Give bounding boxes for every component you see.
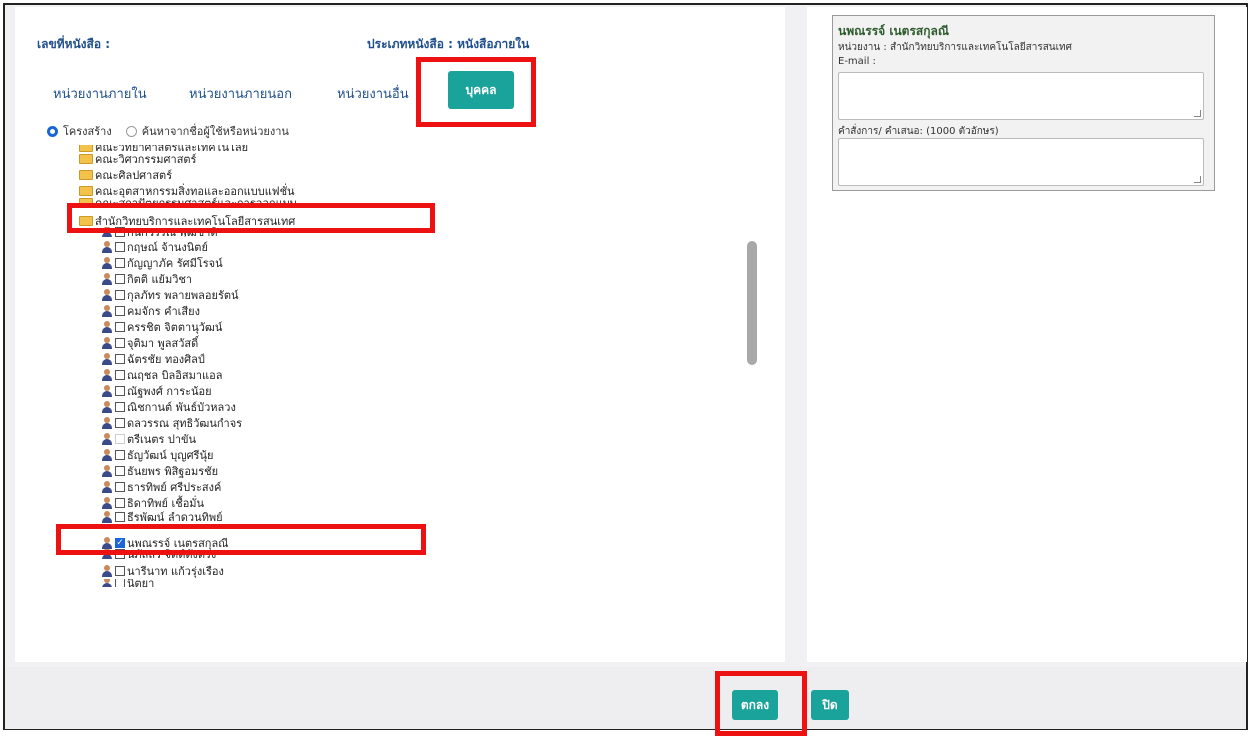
user-icon xyxy=(101,449,113,461)
folder-icon xyxy=(79,170,93,180)
radio-search[interactable] xyxy=(125,125,137,137)
user-icon xyxy=(101,241,113,253)
person-checkbox[interactable] xyxy=(115,370,125,380)
instruction-field[interactable] xyxy=(838,138,1204,186)
highlight-person-tab xyxy=(416,57,536,127)
person-checkbox[interactable] xyxy=(115,274,125,284)
folder-icon xyxy=(79,154,93,164)
tree-person[interactable]: ดลวรรณ สุทธิวัฒนกำจร xyxy=(101,415,242,431)
doc-number-label: เลขที่หนังสือ : xyxy=(37,37,111,51)
person-checkbox[interactable] xyxy=(115,579,125,587)
tree-person[interactable]: กฤษณ์ จ้านงนิตย์ xyxy=(101,239,208,255)
tab-external-units[interactable]: หน่วยงานภายนอก xyxy=(189,83,292,104)
user-icon xyxy=(101,321,113,333)
tree-person[interactable]: นิตยา xyxy=(101,579,154,587)
user-icon xyxy=(101,401,113,413)
person-checkbox[interactable] xyxy=(115,466,125,476)
user-icon xyxy=(101,353,113,365)
tree-person[interactable]: ธิดาทิพย์ เชื้อมั่น xyxy=(101,495,204,511)
user-icon xyxy=(101,385,113,397)
user-icon xyxy=(101,465,113,477)
tab-internal-units[interactable]: หน่วยงานภายใน xyxy=(53,83,147,104)
tree-person[interactable]: กัญญาภัค รัศมีโรจน์ xyxy=(101,255,223,271)
radio-structure-label: โครงสร้าง xyxy=(63,125,112,138)
instruction-label: คำสั่งการ/ คำเสนอ: (1000 ตัวอักษร) xyxy=(838,126,999,137)
person-checkbox[interactable] xyxy=(115,402,125,412)
user-icon xyxy=(101,497,113,509)
email-label: E-mail : xyxy=(838,56,876,67)
tree-person[interactable]: จุติมา พูลสวัสดิ์ xyxy=(101,335,198,351)
person-checkbox[interactable] xyxy=(115,450,125,460)
person-checkbox[interactable] xyxy=(115,322,125,332)
tree-person[interactable]: ครรชิต จิตตานุวัฒน์ xyxy=(101,319,222,335)
user-icon xyxy=(101,579,113,587)
user-icon xyxy=(101,433,113,445)
ok-button[interactable]: ตกลง xyxy=(732,690,778,720)
user-icon xyxy=(101,565,113,577)
person-checkbox[interactable] xyxy=(115,354,125,364)
doc-type-label: ประเภทหนังสือ : หนังสือภายใน xyxy=(367,37,530,51)
person-checkbox[interactable] xyxy=(115,258,125,268)
tree-scrollbar[interactable] xyxy=(747,241,757,365)
person-checkbox[interactable] xyxy=(115,290,125,300)
user-icon xyxy=(101,511,113,523)
person-checkbox[interactable] xyxy=(115,482,125,492)
user-icon xyxy=(101,289,113,301)
tree-person[interactable]: กุลภัทร พลายพลอยรัตน์ xyxy=(101,287,239,303)
selected-person-name: นพณรรจ์ เนตรสกุลณี xyxy=(838,24,949,38)
tree-person[interactable]: ฉัตรชัย ทองศิลป์ xyxy=(101,351,205,367)
tree-person[interactable]: ธีรพัฒน์ ลำดวนทิพย์ xyxy=(101,511,223,523)
dialog-footer xyxy=(5,667,1246,729)
tree-person[interactable]: คมจักร คำเสียง xyxy=(101,303,200,319)
user-icon xyxy=(101,417,113,429)
user-icon xyxy=(101,273,113,285)
tree-person[interactable]: กิตติ แย้มวิชา xyxy=(101,271,192,287)
person-checkbox[interactable] xyxy=(115,418,125,428)
person-checkbox[interactable] xyxy=(115,306,125,316)
resize-handle-icon[interactable] xyxy=(1194,176,1201,183)
tree-person[interactable]: ณัฐพงศ์ การะน้อย xyxy=(101,383,212,399)
person-checkbox[interactable] xyxy=(115,512,125,522)
person-checkbox[interactable] xyxy=(115,386,125,396)
folder-icon xyxy=(79,186,93,196)
user-icon xyxy=(101,305,113,317)
tree-person[interactable]: ธารทิพย์ ศรีประสงค์ xyxy=(101,479,221,495)
person-checkbox[interactable] xyxy=(115,338,125,348)
tree-person[interactable]: ตรีเนตร ปาขัน xyxy=(101,431,196,447)
highlight-selected-person xyxy=(56,524,426,555)
tree-person[interactable]: ธันยพร พิสิฐอมรชัย xyxy=(101,463,218,479)
tree-folder[interactable]: คณะศิลปศาสตร์ xyxy=(79,167,172,183)
selected-person-unit: หน่วยงาน : สำนักวิทยบริการและเทคโนโลยีสา… xyxy=(838,42,1072,53)
person-checkbox[interactable] xyxy=(115,498,125,508)
user-icon xyxy=(101,481,113,493)
recipient-selector-panel: เลขที่หนังสือ : ประเภทหนังสือ : หนังสือภ… xyxy=(15,7,785,662)
radio-structure[interactable] xyxy=(47,125,58,137)
user-icon xyxy=(101,257,113,269)
user-icon xyxy=(101,369,113,381)
radio-search-label: ค้นหาจากชื่อผู้ใช้หรือหน่วยงาน xyxy=(141,125,289,138)
search-mode: โครงสร้าง ค้นหาจากชื่อผู้ใช้หรือหน่วยงาน xyxy=(47,122,289,140)
highlight-folder xyxy=(67,203,435,233)
close-button[interactable]: ปิด xyxy=(811,690,849,720)
user-icon xyxy=(101,337,113,349)
person-checkbox[interactable] xyxy=(115,242,125,252)
resize-handle-icon[interactable] xyxy=(1194,110,1201,117)
tree-folder[interactable]: คณะวิศวกรรมศาสตร์ xyxy=(79,151,196,167)
tree-person[interactable]: ณฤชล บิลอิสมาแอล xyxy=(101,367,222,383)
tree-person[interactable]: ธัญวัฒน์ บุญศรีนุ้ย xyxy=(101,447,213,463)
email-field[interactable] xyxy=(838,72,1204,120)
tree-person[interactable]: ณิชกานต์ พันธ์บัวหลวง xyxy=(101,399,236,415)
selected-person-card: นพณรรจ์ เนตรสกุลณี หน่วยงาน : สำนักวิทยบ… xyxy=(832,15,1215,191)
dialog-frame: เลขที่หนังสือ : ประเภทหนังสือ : หนังสือภ… xyxy=(3,3,1248,730)
person-checkbox[interactable] xyxy=(115,566,125,576)
person-checkbox-disabled xyxy=(115,434,125,444)
tree-person[interactable]: นารีนาท แก้วรุ่งเรือง xyxy=(101,563,224,579)
